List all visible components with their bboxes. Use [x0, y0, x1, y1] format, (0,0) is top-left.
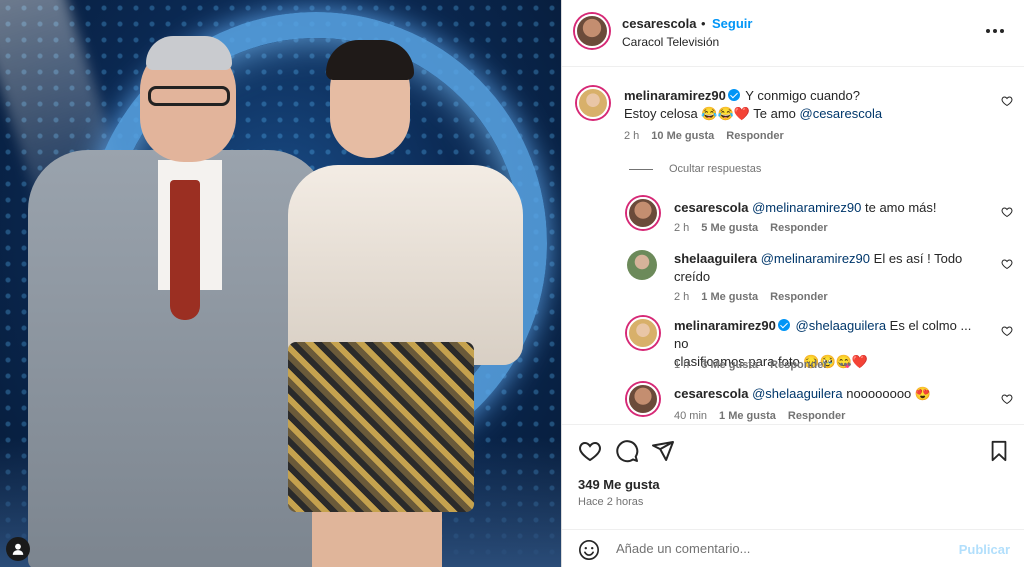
comment-input[interactable]: [614, 540, 918, 557]
bookmark-icon[interactable]: [988, 439, 1010, 463]
dot-icon: [993, 29, 997, 33]
dot-icon: [986, 29, 990, 33]
reply-body: cesarescola @shelaaguilera noooooooo 😍: [674, 385, 984, 403]
commenter-avatar[interactable]: [627, 317, 659, 349]
post-location[interactable]: Caracol Televisión: [622, 35, 719, 49]
reply-likes[interactable]: 5 Me gusta: [701, 222, 758, 234]
likes-count[interactable]: 349 Me gusta: [578, 477, 660, 492]
woman-legs: [312, 505, 442, 567]
commenter-avatar[interactable]: [577, 87, 609, 119]
man-tie: [170, 180, 200, 320]
reply-mention[interactable]: @shelaaguilera: [796, 318, 887, 333]
reply-text: El es así ! Todo: [870, 251, 963, 266]
reply-time[interactable]: 40 min: [674, 410, 707, 422]
author-username[interactable]: cesarescola: [622, 16, 696, 31]
reply-time[interactable]: 2 h: [674, 291, 689, 303]
man-hair: [146, 36, 232, 70]
reply-likes[interactable]: 1 Me gusta: [719, 410, 776, 422]
reply-text-2: creído: [674, 269, 711, 284]
reply-button[interactable]: Responder: [770, 222, 827, 234]
comment-text: Y conmigo cuando?: [745, 88, 860, 103]
reply-text: noooooooo 😍: [842, 386, 932, 401]
comment-likes[interactable]: 10 Me gusta: [651, 130, 714, 142]
post-actions: 349 Me gusta Hace 2 horas Publicar: [562, 424, 1024, 569]
dot-icon: [1000, 29, 1004, 33]
share-icon[interactable]: [651, 439, 675, 463]
comment-mention[interactable]: @cesarescola: [800, 106, 883, 121]
like-reply-heart-icon[interactable]: [1001, 206, 1013, 218]
comment-meta: 2 h 10 Me gusta Responder: [624, 130, 784, 142]
reply-button[interactable]: Responder: [770, 359, 827, 371]
reply-username[interactable]: melinaramirez90: [674, 318, 776, 333]
posted-time[interactable]: Hace 2 horas: [578, 496, 643, 508]
reply-likes[interactable]: 1 Me gusta: [701, 291, 758, 303]
reply-button[interactable]: Responder: [788, 410, 845, 422]
follow-button[interactable]: Seguir: [712, 16, 752, 31]
reply-body: shelaaguilera @melinaramirez90 El es así…: [674, 250, 974, 286]
reply-username[interactable]: cesarescola: [674, 200, 748, 215]
reply-meta: 1 h 3 Me gusta Responder •••: [674, 359, 851, 371]
post-header: cesarescola • Seguir Caracol Televisión: [562, 0, 1024, 67]
reply-username[interactable]: cesarescola: [674, 386, 748, 401]
user-icon: [12, 543, 24, 555]
commenter-avatar[interactable]: [627, 383, 659, 415]
publish-button[interactable]: Publicar: [959, 542, 1010, 557]
more-options-button[interactable]: [986, 24, 1008, 38]
commenter-avatar[interactable]: [627, 197, 659, 229]
reply-meta: 2 h 5 Me gusta Responder: [674, 222, 828, 234]
like-heart-icon[interactable]: [578, 439, 602, 463]
verified-badge-icon: [727, 89, 740, 101]
comment-icon[interactable]: [615, 439, 639, 463]
like-comment-heart-icon[interactable]: [1001, 95, 1013, 107]
author-avatar[interactable]: [575, 14, 609, 48]
tagged-users-button[interactable]: [6, 537, 30, 561]
comment-username[interactable]: melinaramirez90: [624, 88, 726, 103]
reply-time[interactable]: 2 h: [674, 222, 689, 234]
like-reply-heart-icon[interactable]: [1001, 258, 1013, 270]
man-glasses: [148, 86, 230, 106]
add-comment-bar: Publicar: [562, 529, 1024, 570]
reply-meta: 40 min 1 Me gusta Responder: [674, 410, 845, 422]
comments-list[interactable]: melinaramirez90 Y conmigo cuando? Estoy …: [562, 67, 1024, 424]
reply-mention[interactable]: @melinaramirez90: [761, 251, 870, 266]
hide-replies-label: Ocultar respuestas: [669, 163, 762, 175]
more-replies-ellipsis[interactable]: •••: [840, 359, 852, 371]
separator-dot: •: [701, 16, 706, 31]
reply-mention[interactable]: @melinaramirez90: [752, 200, 861, 215]
like-reply-heart-icon[interactable]: [1001, 393, 1013, 405]
reply-meta: 2 h 1 Me gusta Responder: [674, 291, 828, 303]
comment-text-2: Estoy celosa 😂😂❤️ Te amo: [624, 106, 800, 121]
reply-button[interactable]: Responder: [770, 291, 827, 303]
like-reply-heart-icon[interactable]: [1001, 325, 1013, 337]
woman-blouse: [288, 165, 523, 365]
emoji-icon[interactable]: [578, 539, 600, 561]
verified-badge-icon: [777, 319, 790, 331]
reply-body: cesarescola @melinaramirez90 te amo más!: [674, 199, 994, 217]
comment-time[interactable]: 2 h: [624, 130, 639, 142]
woman-sequin-skirt: [288, 342, 474, 512]
reply-username[interactable]: shelaaguilera: [674, 251, 757, 266]
woman-hair: [326, 40, 414, 80]
reply-text: te amo más!: [861, 200, 937, 215]
reply-time[interactable]: 1 h: [674, 359, 689, 371]
reply-mention[interactable]: @shelaaguilera: [752, 386, 843, 401]
reply-button[interactable]: Responder: [726, 130, 783, 142]
commenter-avatar[interactable]: [627, 250, 657, 280]
reply-likes[interactable]: 3 Me gusta: [701, 359, 758, 371]
hide-replies-button[interactable]: Ocultar respuestas: [629, 163, 761, 175]
divider-line: [629, 168, 653, 170]
post-image[interactable]: [0, 0, 561, 567]
post-side-panel: cesarescola • Seguir Caracol Televisión …: [561, 0, 1024, 567]
comment-body: melinaramirez90 Y conmigo cuando? Estoy …: [624, 87, 984, 123]
